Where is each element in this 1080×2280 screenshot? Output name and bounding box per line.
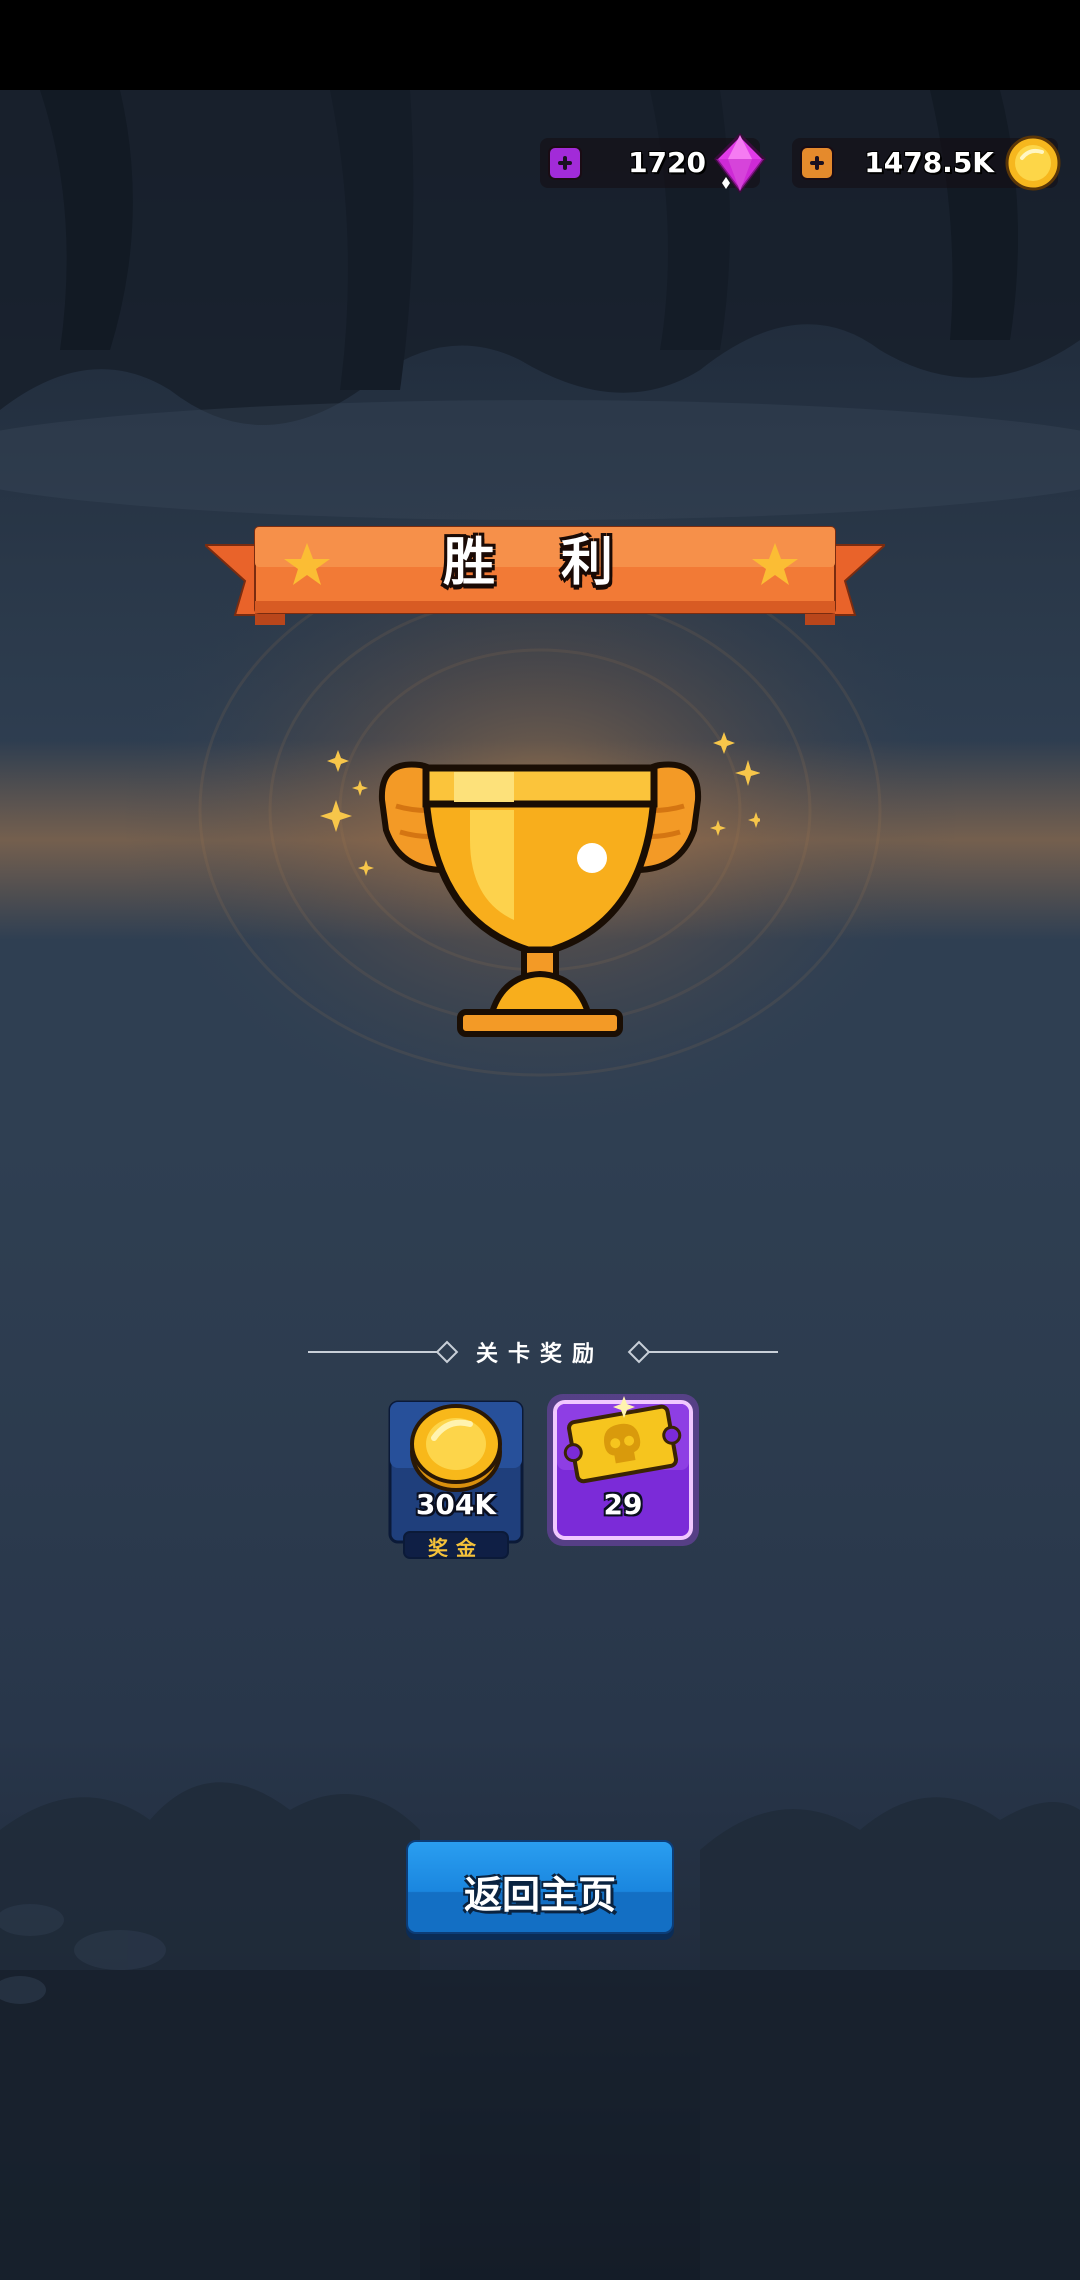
forest-background: [0, 90, 1080, 2280]
reward-label: 奖金: [428, 1536, 484, 1560]
victory-title: 胜 利: [442, 533, 638, 593]
coin-amount: 1478.5K: [864, 146, 994, 179]
add-coins-button[interactable]: [800, 146, 834, 180]
add-gems-button[interactable]: [548, 146, 582, 180]
return-home-label: 返回主页: [463, 1873, 616, 1917]
status-bar: [0, 0, 1080, 90]
sparkle-icon: [320, 750, 374, 876]
victory-screen: 1720 1478.5K 胜 利 关卡奖励 304K 奖金 29 返回主页: [0, 90, 1080, 2280]
rewards-title: 关卡奖励: [475, 1342, 604, 1367]
trophy-icon: [320, 732, 760, 1037]
sparkle-icon: [710, 732, 760, 836]
coin-counter: 1478.5K: [792, 135, 1061, 191]
reward-item[interactable]: 304K 奖金: [388, 1400, 524, 1560]
reward-amount: 29: [603, 1488, 643, 1521]
gem-amount: 1720: [628, 146, 706, 179]
gem-icon: [714, 133, 766, 193]
coin-stack-icon: [410, 1404, 502, 1492]
reward-amount: 304K: [415, 1488, 497, 1521]
gem-counter: 1720: [540, 133, 766, 193]
skull-ticket-icon: [563, 1396, 682, 1484]
reward-item[interactable]: 29: [547, 1394, 699, 1546]
return-home-button[interactable]: 返回主页: [406, 1840, 674, 1934]
coin-icon: [1005, 135, 1061, 191]
